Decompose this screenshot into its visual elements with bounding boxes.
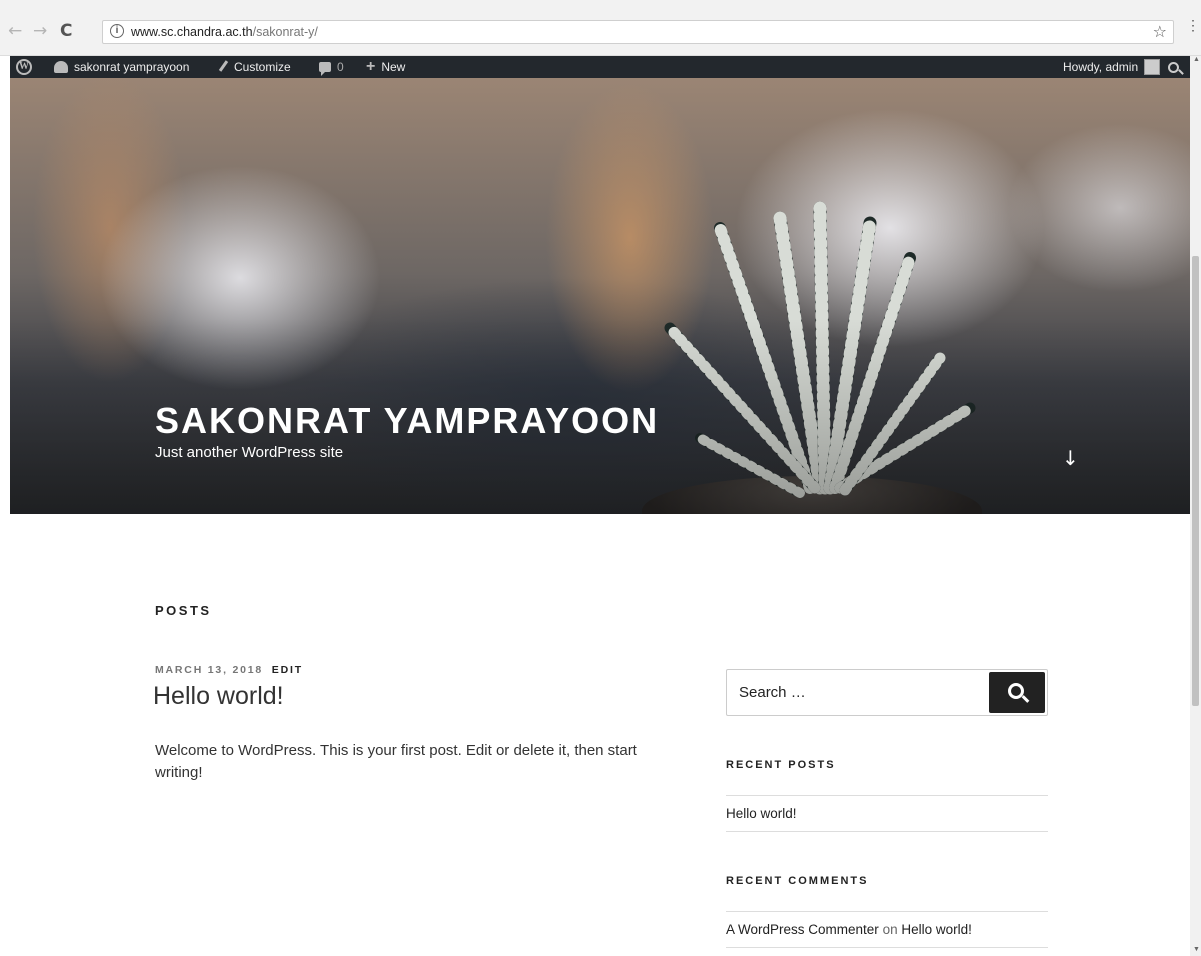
search-form [726, 669, 1048, 716]
comment-post-link[interactable]: Hello world! [901, 922, 972, 937]
howdy-label: Howdy, admin [1063, 60, 1139, 74]
scroll-down-icon[interactable]: ▼ [1193, 946, 1200, 953]
recent-comments-list: A WordPress Commenter on Hello world! [726, 911, 1048, 948]
customize-label: Customize [234, 60, 291, 74]
site-name-label: sakonrat yamprayoon [74, 60, 190, 74]
recent-posts-list: Hello world! [726, 795, 1048, 832]
browser-toolbar: ← → C i www.sc.chandra.ac.th/sakonrat-y/… [0, 0, 1201, 56]
forward-button[interactable]: → [33, 21, 47, 41]
bookmark-star-icon[interactable]: ☆ [1153, 22, 1167, 41]
recent-comments-title: RECENT COMMENTS [726, 875, 869, 887]
paintbrush-icon [218, 60, 228, 74]
header-image: SAKONRAT YAMPRAYOON Just another WordPre… [10, 78, 1191, 514]
comment-author-link[interactable]: A WordPress Commenter [726, 922, 879, 937]
list-item: A WordPress Commenter on Hello world! [726, 911, 1048, 948]
customize-link[interactable]: Customize [218, 56, 291, 78]
back-button[interactable]: ← [8, 21, 22, 41]
avatar [1144, 59, 1161, 75]
recent-post-link[interactable]: Hello world! [726, 806, 797, 821]
list-item[interactable]: Hello world! [726, 795, 1048, 832]
site-name-menu[interactable]: sakonrat yamprayoon [54, 56, 189, 78]
edit-post-link[interactable]: EDIT [272, 664, 303, 676]
comments-link[interactable]: 0 [319, 56, 344, 78]
site-title[interactable]: SAKONRAT YAMPRAYOON [155, 400, 659, 442]
admin-search-button[interactable] [1168, 56, 1179, 78]
browser-menu-icon[interactable]: ⋮ [1186, 18, 1200, 32]
url-path: /sakonrat-y/ [252, 25, 318, 39]
new-content-menu[interactable]: + New [366, 56, 405, 78]
search-icon [1008, 683, 1024, 699]
dashboard-icon [54, 61, 68, 73]
address-bar[interactable]: i www.sc.chandra.ac.th/sakonrat-y/ ☆ [102, 20, 1174, 44]
page-scrollbar[interactable] [1190, 56, 1201, 956]
plus-icon: + [366, 58, 376, 75]
reload-button[interactable]: C [60, 21, 72, 41]
post-date[interactable]: MARCH 13, 2018 [155, 664, 263, 676]
wp-admin-bar: W sakonrat yamprayoon Customize 0 + New … [10, 56, 1201, 78]
post-meta: MARCH 13, 2018 EDIT [155, 664, 303, 676]
scroll-down-arrow-icon[interactable]: ↓ [1062, 446, 1079, 470]
post-excerpt: Welcome to WordPress. This is your first… [155, 742, 637, 781]
recent-posts-title: RECENT POSTS [726, 759, 836, 771]
comments-count: 0 [337, 60, 344, 74]
search-icon [1168, 61, 1179, 73]
wp-logo-menu[interactable]: W [16, 56, 32, 78]
scrollbar-thumb[interactable] [1192, 256, 1199, 706]
url-text[interactable]: www.sc.chandra.ac.th/sakonrat-y/ [131, 25, 318, 39]
wordpress-logo-icon: W [16, 59, 32, 75]
search-button[interactable] [989, 672, 1045, 713]
info-icon[interactable]: i [110, 24, 124, 38]
comment-bubble-icon [319, 62, 331, 76]
comment-on-text: on [882, 922, 898, 937]
url-host: www.sc.chandra.ac.th [131, 25, 253, 39]
my-account-menu[interactable]: Howdy, admin [1063, 56, 1161, 78]
post-title[interactable]: Hello world! [153, 682, 284, 711]
new-label: New [381, 60, 406, 74]
scroll-up-arrow-icon[interactable]: ▲ [1193, 56, 1200, 63]
search-input[interactable] [727, 670, 987, 715]
page-title: POSTS [155, 603, 212, 618]
site-tagline: Just another WordPress site [155, 444, 344, 461]
